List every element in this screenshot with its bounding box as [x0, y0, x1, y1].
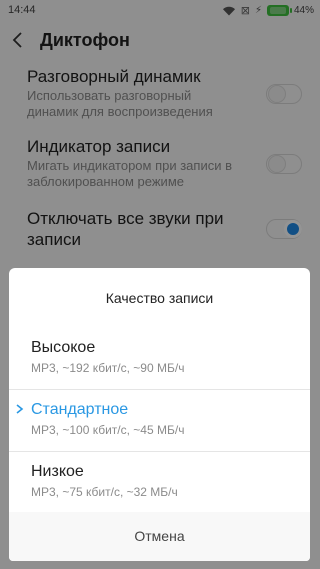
option-label: Высокое [31, 339, 96, 356]
divider [9, 389, 310, 390]
option-detail: MP3, ~75 кбит/с, ~32 МБ/ч [31, 485, 178, 499]
option-low[interactable]: Низкое MP3, ~75 кбит/с, ~32 МБ/ч [31, 462, 301, 499]
option-label: Низкое [31, 463, 84, 480]
check-icon [16, 404, 24, 414]
option-high[interactable]: Высокое MP3, ~192 кбит/с, ~90 МБ/ч [31, 338, 301, 375]
cancel-button[interactable]: Отмена [9, 512, 310, 561]
dialog-title: Качество записи [105, 290, 214, 306]
option-standard[interactable]: Стандартное MP3, ~100 кбит/с, ~45 МБ/ч [16, 400, 301, 437]
option-detail: MP3, ~100 кбит/с, ~45 МБ/ч [31, 423, 185, 437]
option-label: Стандартное [31, 401, 129, 418]
quality-dialog: Качество записи Высокое MP3, ~192 кбит/с… [9, 268, 310, 561]
option-detail: MP3, ~192 кбит/с, ~90 МБ/ч [31, 361, 185, 375]
divider [9, 451, 310, 452]
